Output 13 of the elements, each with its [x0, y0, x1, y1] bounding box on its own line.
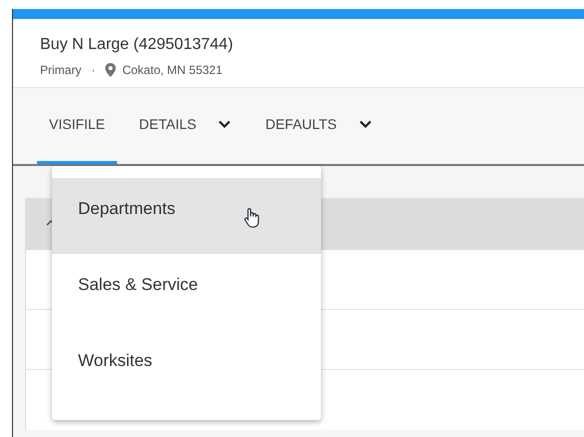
location-pin-icon	[105, 63, 116, 77]
menu-item[interactable]: Worksites	[52, 330, 321, 406]
tab[interactable]: DEFAULTS	[253, 88, 384, 164]
location-text: Cokato, MN 55321	[122, 62, 222, 79]
chevron-down-icon	[218, 120, 232, 129]
chevron-down-icon	[358, 120, 372, 129]
separator-dot: ·	[91, 62, 96, 79]
account-type: Primary	[40, 62, 82, 79]
hand-cursor-icon	[244, 208, 260, 228]
account-title: Buy N Large (4295013744)	[40, 35, 234, 55]
tab[interactable]: DETAILS	[127, 88, 244, 164]
menu-item[interactable]: Departments	[52, 178, 321, 254]
menu-item[interactable]: Sales & Service	[52, 254, 321, 330]
